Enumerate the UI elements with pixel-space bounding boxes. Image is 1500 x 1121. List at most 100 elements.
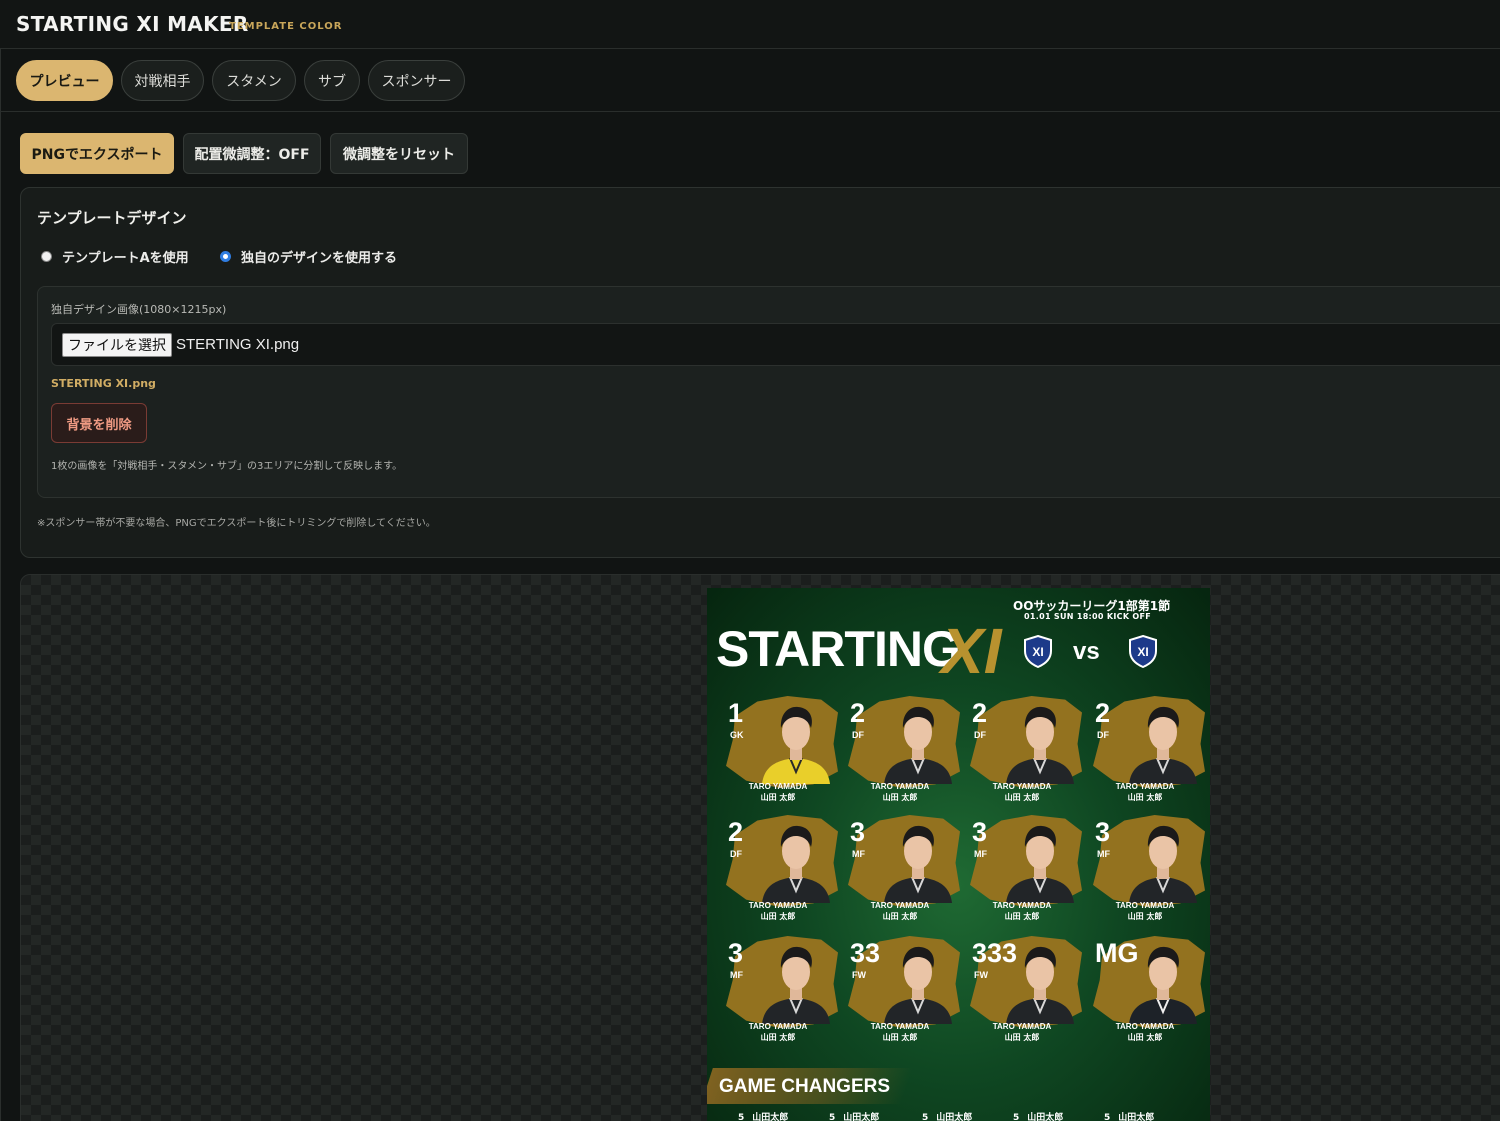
player-photo-icon <box>762 706 830 784</box>
game-changers-title: GAME CHANGERS <box>719 1076 891 1097</box>
sponsor-note: ※スポンサー帯が不要な場合、PNGでエクスポート後にトリミングで削除してください… <box>37 518 436 529</box>
player-card: 33 FW TARO YAMADA 山田 太郎 <box>842 932 960 1048</box>
player-name-en: TARO YAMADA <box>1115 901 1175 910</box>
radio-selected-icon[interactable] <box>220 251 231 262</box>
tab-subs[interactable]: サブ <box>304 60 360 101</box>
player-card: 2 DF TARO YAMADA 山田 太郎 <box>842 692 960 808</box>
player-position: DF <box>852 730 864 740</box>
player-photo-icon <box>1129 825 1197 903</box>
remove-background-button[interactable]: 背景を削除 <box>51 403 147 443</box>
player-number: 333 <box>972 938 1018 968</box>
home-crest-text: XI <box>1032 645 1043 659</box>
player-name-jp: 山田 太郎 <box>1004 1033 1040 1042</box>
sub-name: 山田太郎 <box>936 1113 973 1121</box>
radio-custom-design[interactable]: 独自のデザインを使用する <box>220 247 397 266</box>
window-edge <box>0 0 1 1121</box>
export-png-button[interactable]: PNGでエクスポート <box>20 133 174 174</box>
panel-title: テンプレートデザイン <box>37 209 187 227</box>
player-name-en: TARO YAMADA <box>870 1022 930 1031</box>
selected-file-name: STERTING XI.png <box>176 336 300 353</box>
sub-name: 山田太郎 <box>843 1113 880 1121</box>
player-name-en: TARO YAMADA <box>870 782 930 791</box>
sub-player: 5 山田太郎 <box>829 1110 879 1121</box>
player-number: 3 <box>1095 817 1111 847</box>
player-name-jp: 山田 太郎 <box>760 1033 796 1042</box>
reset-adjust-button[interactable]: 微調整をリセット <box>330 133 468 174</box>
player-name-jp: 山田 太郎 <box>882 793 918 802</box>
app-header: STARTING XI MAKER TEMPLATE COLOR <box>0 0 1500 49</box>
poster-kickoff: 01.01 SUN 18:00 KICK OFF <box>1024 612 1152 621</box>
player-position: DF <box>730 849 742 859</box>
template-design-panel: テンプレートデザイン テンプレートAを使用 独自のデザインを使用する 独自デザイ… <box>20 187 1500 558</box>
player-number: 2 <box>1095 698 1111 728</box>
tab-opponent[interactable]: 対戦相手 <box>121 60 204 101</box>
fine-adjust-toggle[interactable]: 配置微調整：OFF <box>183 133 321 174</box>
player-name-en: TARO YAMADA <box>992 901 1052 910</box>
player-number: 1 <box>728 698 744 728</box>
sub-name: 山田太郎 <box>752 1113 789 1121</box>
sub-number: 5 <box>1104 1113 1111 1121</box>
player-card: 3 MF TARO YAMADA 山田 太郎 <box>720 932 838 1048</box>
player-card: MG TARO YAMADA 山田 太郎 <box>1087 932 1205 1048</box>
player-name-jp: 山田 太郎 <box>760 793 796 802</box>
tab-preview[interactable]: プレビュー <box>16 60 113 101</box>
poster-title-xi: XI <box>941 615 1002 687</box>
player-name-jp: 山田 太郎 <box>760 912 796 921</box>
player-position: MF <box>1097 849 1110 859</box>
player-card: 333 FW TARO YAMADA 山田 太郎 <box>964 932 1082 1048</box>
sub-player: 5 山田太郎 <box>1104 1110 1154 1121</box>
player-photo-icon <box>884 946 952 1024</box>
player-position: DF <box>974 730 986 740</box>
file-input[interactable]: ファイルを選択 STERTING XI.png <box>51 323 1500 366</box>
poster-preview: OOサッカーリーグ1部第1節 01.01 SUN 18:00 KICK OFF … <box>707 588 1210 1121</box>
player-name-en: TARO YAMADA <box>992 782 1052 791</box>
player-number: 2 <box>728 817 744 847</box>
current-file-label: STERTING XI.png <box>51 377 156 390</box>
player-number: 33 <box>850 938 881 968</box>
away-crest-text: XI <box>1137 645 1148 659</box>
custom-design-section: 独自デザイン画像(1080×1215px) ファイルを選択 STERTING X… <box>37 286 1500 498</box>
tab-sponsor[interactable]: スポンサー <box>368 60 465 101</box>
poster-vs: vs <box>1073 638 1100 665</box>
player-name-jp: 山田 太郎 <box>1127 1033 1163 1042</box>
player-card: 2 DF TARO YAMADA 山田 太郎 <box>1087 692 1205 808</box>
player-name-en: TARO YAMADA <box>870 901 930 910</box>
player-photo-icon <box>1006 825 1074 903</box>
sub-number: 5 <box>1013 1113 1020 1121</box>
player-name-jp: 山田 太郎 <box>882 912 918 921</box>
player-photo-icon <box>1129 706 1197 784</box>
player-name-en: TARO YAMADA <box>748 1022 808 1031</box>
player-name-en: TARO YAMADA <box>992 1022 1052 1031</box>
tab-bar: プレビュー 対戦相手 スタメン サブ スポンサー <box>0 49 1500 112</box>
player-name-en: TARO YAMADA <box>748 782 808 791</box>
sub-player: 5 山田太郎 <box>738 1110 788 1121</box>
poster-title: STARTING <box>716 621 961 677</box>
player-position: MF <box>852 849 865 859</box>
help-text: 1枚の画像を「対戦相手・スタメン・サブ」の3エリアに分割して反映します。 <box>51 461 403 472</box>
player-position: DF <box>1097 730 1109 740</box>
choose-file-button[interactable]: ファイルを選択 <box>62 333 172 357</box>
player-position: FW <box>974 970 988 980</box>
radio-template-a[interactable]: テンプレートAを使用 <box>41 247 189 266</box>
player-photo-icon <box>762 825 830 903</box>
app-subtitle: TEMPLATE COLOR <box>229 21 343 32</box>
player-name-jp: 山田 太郎 <box>882 1033 918 1042</box>
player-number: 3 <box>728 938 744 968</box>
radio-unselected-icon[interactable] <box>41 251 52 262</box>
player-number: 2 <box>972 698 988 728</box>
sub-name: 山田太郎 <box>1027 1113 1064 1121</box>
player-card: 2 DF TARO YAMADA 山田 太郎 <box>964 692 1082 808</box>
player-card: 1 GK TARO YAMADA 山田 太郎 <box>720 692 838 808</box>
player-name-en: TARO YAMADA <box>1115 782 1175 791</box>
tab-starting[interactable]: スタメン <box>212 60 296 101</box>
player-name-jp: 山田 太郎 <box>1127 793 1163 802</box>
player-name-jp: 山田 太郎 <box>1127 912 1163 921</box>
player-photo-icon <box>762 946 830 1024</box>
sub-number: 5 <box>922 1113 929 1121</box>
radio-custom-design-label: 独自のデザインを使用する <box>241 251 398 266</box>
sub-number: 5 <box>829 1113 836 1121</box>
player-position: GK <box>730 730 744 740</box>
player-card: 3 MF TARO YAMADA 山田 太郎 <box>842 811 960 927</box>
player-number: 3 <box>972 817 988 847</box>
player-number: 2 <box>850 698 866 728</box>
